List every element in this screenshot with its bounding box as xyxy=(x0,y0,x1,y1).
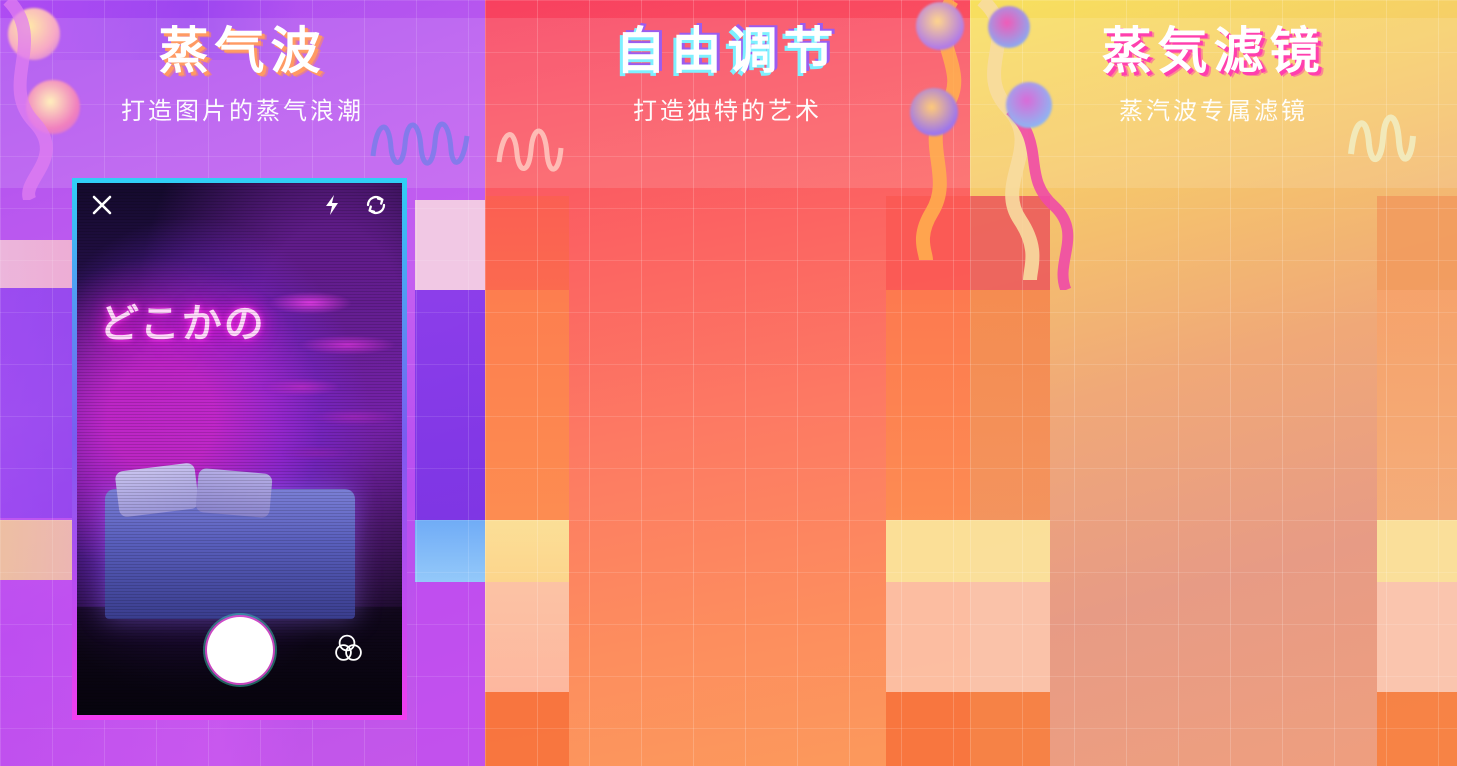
page-title: 蒸气波 xyxy=(158,23,327,79)
promo-panel-2: 自由调节 打造独特的艺术 xyxy=(485,0,970,766)
switch-camera-icon[interactable] xyxy=(364,194,388,216)
promo-panel-3: 蒸気滤镜 蒸汽波专属滤镜 ホ ー ム シ ッ ク xyxy=(970,0,1457,766)
scene-sofa xyxy=(105,489,355,619)
phone-frame-camera: どこかの xyxy=(72,178,407,720)
page-subtitle: 蒸汽波专属滤镜 xyxy=(1119,98,1308,125)
camera-screen: どこかの xyxy=(77,183,402,715)
close-icon[interactable] xyxy=(91,194,113,216)
neon-sign-text: どこかの xyxy=(99,302,266,346)
shutter-button[interactable] xyxy=(206,617,273,683)
panel-2-heading: 自由调节 打造独特的艺术 xyxy=(485,22,970,126)
camera-top-bar xyxy=(77,183,402,227)
panel-1-heading: 蒸气波 打造图片的蒸气浪潮 xyxy=(0,22,485,126)
page-subtitle: 打造图片的蒸气浪潮 xyxy=(121,98,364,125)
flash-icon[interactable] xyxy=(322,194,342,216)
app-store-screenshot-set: 蒸气波 打造图片的蒸气浪潮 どこかの 自由调节 打造独特的艺术 蒸気滤镜 蒸汽波… xyxy=(0,0,1457,766)
filters-icon[interactable] xyxy=(334,633,368,663)
panel-3-heading: 蒸気滤镜 蒸汽波专属滤镜 xyxy=(970,22,1457,126)
page-title: 自由调节 xyxy=(615,23,840,79)
page-subtitle: 打造独特的艺术 xyxy=(633,98,822,125)
camera-bottom-bar xyxy=(77,613,402,699)
page-title: 蒸気滤镜 xyxy=(1101,23,1326,79)
promo-panel-1: 蒸气波 打造图片的蒸气浪潮 どこかの xyxy=(0,0,485,766)
